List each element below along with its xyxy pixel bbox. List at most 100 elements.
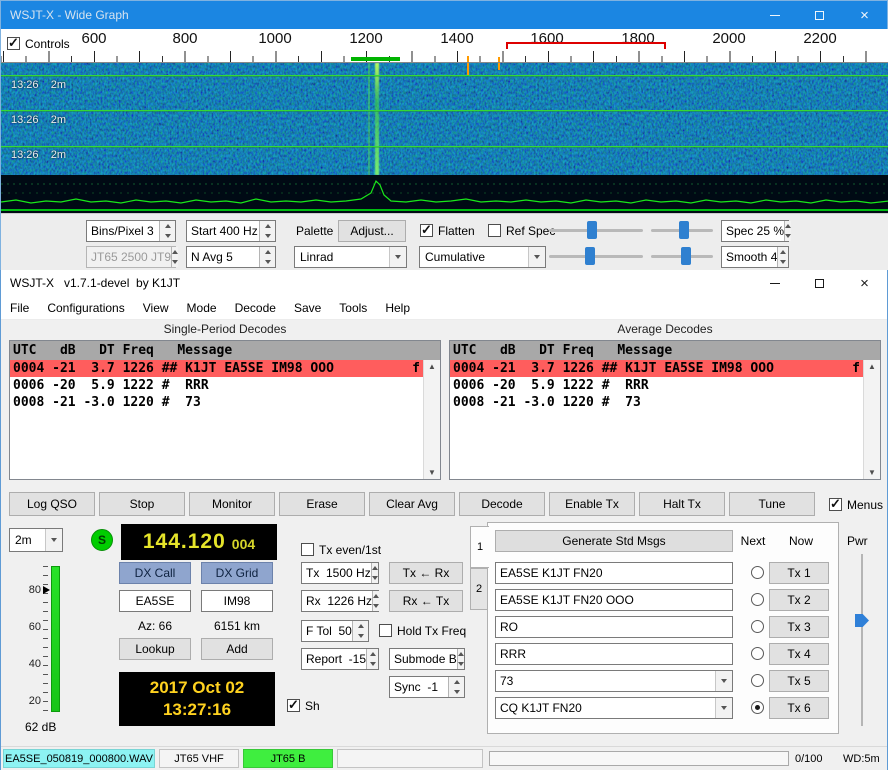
menu-decode[interactable]: Decode: [226, 296, 285, 320]
next-radio-1[interactable]: [751, 566, 764, 579]
decode-row[interactable]: 0006 -20 5.9 1222 # RRR: [10, 377, 423, 394]
close-button[interactable]: ×: [842, 1, 887, 29]
decode-button[interactable]: Decode: [459, 492, 545, 516]
waterfall[interactable]: 13:26 2m 13:26 2m 13:26 2m: [1, 63, 888, 175]
spinner-arrows-icon[interactable]: [777, 247, 788, 267]
menu-mode[interactable]: Mode: [178, 296, 226, 320]
menu-save[interactable]: Save: [285, 296, 330, 320]
tx-4-button[interactable]: Tx 4: [769, 643, 829, 665]
spinner-arrows-icon[interactable]: [259, 221, 275, 241]
spinner-arrows-icon[interactable]: [259, 247, 275, 267]
tx-3-button[interactable]: Tx 3: [769, 616, 829, 638]
adjust-palette-button[interactable]: Adjust...: [338, 220, 406, 242]
decode-row[interactable]: 0008 -21 -3.0 1220 # 73: [450, 394, 863, 411]
slider-handle[interactable]: [679, 221, 689, 239]
slider-handle[interactable]: [681, 247, 691, 265]
tx-message-2-input[interactable]: EA5SE K1JT FN20 OOO: [495, 589, 733, 611]
scroll-up-icon[interactable]: ▲: [424, 362, 440, 371]
spinner-arrows-icon[interactable]: [372, 591, 379, 611]
slider-handle[interactable]: [855, 614, 869, 627]
dx-call-field[interactable]: EA5SE: [119, 590, 191, 612]
spinner-arrows-icon[interactable]: [159, 221, 175, 241]
next-radio-2[interactable]: [751, 593, 764, 606]
menus-checkbox[interactable]: Menus: [829, 497, 883, 512]
next-radio-6[interactable]: [751, 701, 764, 714]
dx-grid-button[interactable]: DX Grid: [201, 562, 273, 584]
slider-handle[interactable]: [585, 247, 595, 265]
tx-message-3-input[interactable]: RO: [495, 616, 733, 638]
log-qso-button[interactable]: Log QSO: [9, 492, 95, 516]
clear-avg-button[interactable]: Clear Avg: [369, 492, 455, 516]
report-spinner[interactable]: Report -15: [301, 648, 379, 670]
spec-percent-spinner[interactable]: Spec 25 %: [721, 220, 789, 242]
ref-spec-checkbox[interactable]: Ref Spec: [488, 223, 555, 238]
palette-select[interactable]: Linrad: [294, 246, 407, 268]
tx-message-5-select[interactable]: 73: [495, 670, 733, 692]
tx-freq-spinner[interactable]: Tx 1500 Hz: [301, 562, 379, 584]
band-select[interactable]: 2m: [9, 528, 63, 552]
tune-button[interactable]: Tune: [729, 492, 815, 516]
tab-1[interactable]: 1: [470, 526, 489, 568]
halt-tx-button[interactable]: Halt Tx: [639, 492, 725, 516]
zero-slider[interactable]: [651, 220, 713, 240]
wide-graph-titlebar[interactable]: WSJT-X - Wide Graph ×: [1, 1, 887, 29]
submode-spinner[interactable]: Submode B: [389, 648, 465, 670]
enable-tx-button[interactable]: Enable Tx: [549, 492, 635, 516]
rx-from-tx-button[interactable]: Rx ← Tx: [389, 590, 463, 612]
decode-row[interactable]: 0006 -20 5.9 1222 # RRR: [450, 377, 863, 394]
sh-checkbox[interactable]: Sh: [287, 698, 320, 713]
spinner-arrows-icon[interactable]: [457, 649, 464, 669]
tx-2-button[interactable]: Tx 2: [769, 589, 829, 611]
controls-checkbox[interactable]: Controls: [7, 36, 70, 51]
tx-6-button[interactable]: Tx 6: [769, 697, 829, 719]
decode-row[interactable]: 0008 -21 -3.0 1220 # 73: [10, 394, 423, 411]
main-titlebar[interactable]: WSJT-X v1.7.1-devel by K1JT ×: [1, 270, 887, 296]
dx-call-button[interactable]: DX Call: [119, 562, 191, 584]
slider-handle[interactable]: [587, 221, 597, 239]
tx-5-button[interactable]: Tx 5: [769, 670, 829, 692]
lookup-button[interactable]: Lookup: [119, 638, 191, 660]
tx-message-1-input[interactable]: EA5SE K1JT FN20: [495, 562, 733, 584]
frequency-scale[interactable]: Controls 600 800 1000 1200 1400 1600 180…: [1, 29, 888, 63]
maximize-button[interactable]: [797, 1, 842, 29]
spinner-arrows-icon[interactable]: [371, 563, 378, 583]
dx-grid-field[interactable]: IM98: [201, 590, 273, 612]
scroll-down-icon[interactable]: ▼: [864, 468, 880, 477]
gain-slider[interactable]: [549, 220, 643, 240]
stop-button[interactable]: Stop: [99, 492, 185, 516]
display-mode-select[interactable]: Cumulative: [419, 246, 546, 268]
tx-message-4-input[interactable]: RRR: [495, 643, 733, 665]
sync-spinner[interactable]: Sync -1: [389, 676, 465, 698]
pwr-slider[interactable]: [853, 554, 871, 726]
start-freq-spinner[interactable]: Start 400 Hz: [186, 220, 276, 242]
spinner-arrows-icon[interactable]: [448, 677, 464, 697]
erase-button[interactable]: Erase: [279, 492, 365, 516]
next-radio-4[interactable]: [751, 647, 764, 660]
spinner-arrows-icon[interactable]: [784, 221, 791, 241]
spinner-arrows-icon[interactable]: [352, 621, 368, 641]
tab-2[interactable]: 2: [470, 568, 488, 610]
menu-file[interactable]: File: [1, 296, 38, 320]
gain2-slider[interactable]: [549, 246, 643, 266]
menu-tools[interactable]: Tools: [330, 296, 376, 320]
tx-from-rx-button[interactable]: Tx ← Rx: [389, 562, 463, 584]
f-tol-spinner[interactable]: F Tol 50: [301, 620, 369, 642]
maximize-button[interactable]: [797, 270, 842, 296]
decode-row[interactable]: 0004 -21 3.7 1226 ## K1JT EA5SE IM98 OOO…: [450, 360, 863, 377]
hold-tx-freq-checkbox[interactable]: Hold Tx Freq: [379, 623, 466, 638]
menu-view[interactable]: View: [134, 296, 178, 320]
n-avg-spinner[interactable]: N Avg 5: [186, 246, 276, 268]
flatten-checkbox[interactable]: Flatten: [420, 223, 475, 238]
scrollbar[interactable]: ▲▼: [423, 360, 440, 479]
add-button[interactable]: Add: [201, 638, 273, 660]
rx-freq-spinner[interactable]: Rx 1226 Hz: [301, 590, 379, 612]
chevron-down-icon[interactable]: [715, 698, 732, 718]
zero2-slider[interactable]: [651, 246, 713, 266]
next-radio-3[interactable]: [751, 620, 764, 633]
tx-message-6-select[interactable]: CQ K1JT FN20: [495, 697, 733, 719]
menu-configurations[interactable]: Configurations: [38, 296, 133, 320]
chevron-down-icon[interactable]: [715, 671, 732, 691]
scrollbar[interactable]: ▲▼: [863, 360, 880, 479]
scroll-up-icon[interactable]: ▲: [864, 362, 880, 371]
scroll-down-icon[interactable]: ▼: [424, 468, 440, 477]
